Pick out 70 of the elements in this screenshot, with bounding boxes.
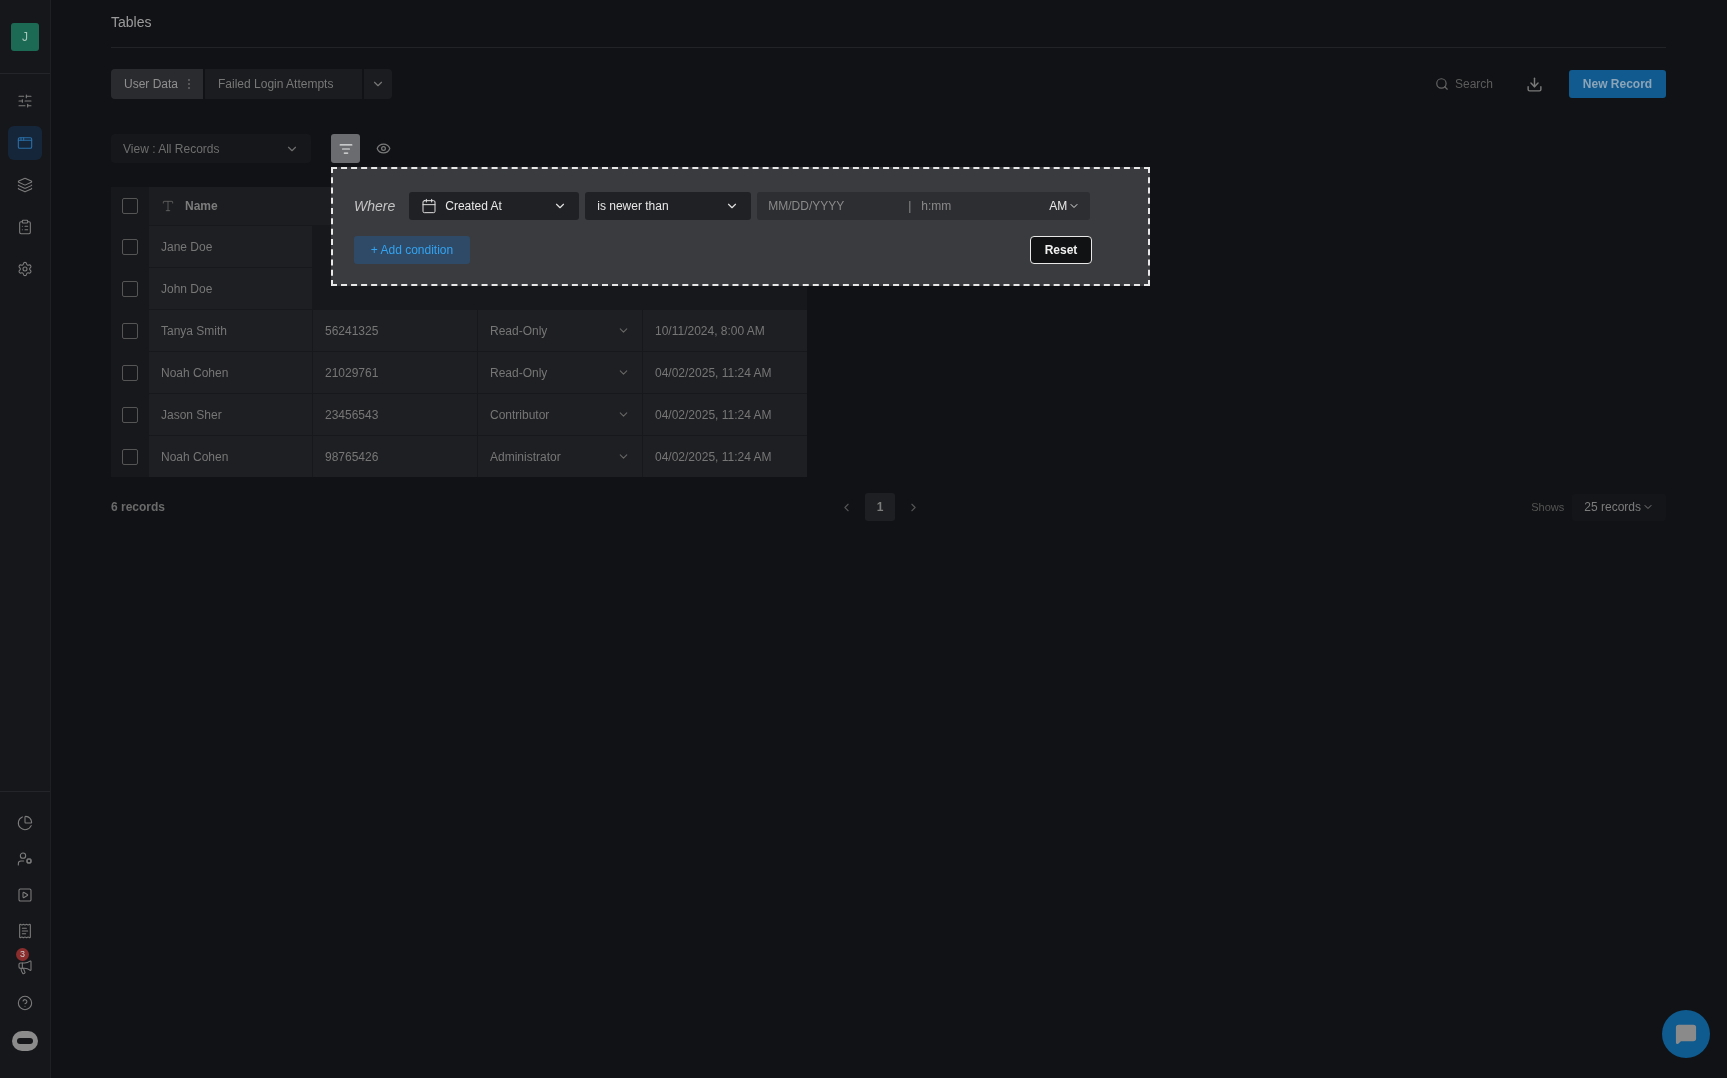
table-cell: Noah Cohen	[149, 352, 312, 393]
new-record-button[interactable]: New Record	[1569, 70, 1666, 98]
row-checkbox[interactable]	[121, 364, 138, 381]
field-select[interactable]: Created At	[409, 192, 580, 220]
pie-icon	[17, 815, 33, 831]
table-cell: 23456543	[313, 394, 477, 435]
sliders-icon	[17, 93, 33, 109]
table-cell: Noah Cohen	[149, 436, 312, 477]
row-checkbox[interactable]	[121, 448, 138, 465]
calendar-icon	[421, 198, 438, 214]
nav-item[interactable]	[8, 126, 42, 160]
play-icon	[17, 887, 33, 903]
receipt-icon	[17, 923, 33, 939]
megaphone-icon	[17, 959, 33, 975]
user-avatar[interactable]: J	[11, 22, 39, 51]
table-cell: 98765426	[313, 436, 477, 477]
table-cell: John Doe	[149, 268, 312, 309]
filter-icon	[338, 141, 353, 156]
select-all-checkbox[interactable]	[121, 198, 138, 214]
download-icon	[1526, 75, 1543, 93]
row-checkbox[interactable]	[121, 406, 138, 423]
table-cell: 04/02/2025, 11:24 AM	[643, 352, 807, 393]
reset-button[interactable]: Reset	[1030, 236, 1092, 264]
view-select[interactable]: View : All Records	[111, 134, 311, 163]
where-label: Where	[354, 196, 396, 216]
page-title: Tables	[111, 13, 153, 32]
table-cell: Jason Sher	[149, 394, 312, 435]
row-checkbox[interactable]	[121, 238, 138, 255]
window-icon	[17, 135, 33, 151]
eye-icon	[375, 141, 391, 156]
bot-icon	[11, 1030, 39, 1052]
notification-badge: 3	[16, 948, 29, 961]
clipboard-icon	[17, 219, 33, 235]
table-cell: 21029761	[313, 352, 477, 393]
table-cell: 04/02/2025, 11:24 AM	[643, 394, 807, 435]
user-gear-icon	[17, 851, 33, 867]
role-select[interactable]: Read-Only	[478, 352, 642, 393]
column-label: Name	[185, 198, 218, 215]
operator-select[interactable]: is newer than	[585, 192, 752, 220]
row-checkbox[interactable]	[121, 280, 138, 297]
text-type-icon	[161, 199, 175, 213]
table-cell: 10/11/2024, 8:00 AM	[643, 310, 807, 351]
table-tab[interactable]: User Data	[111, 69, 204, 99]
search-icon	[1435, 77, 1449, 91]
role-select[interactable]: Read-Only	[478, 310, 642, 351]
download-button[interactable]	[1526, 75, 1543, 93]
date-field[interactable]: MM/DD/YYYY	[757, 192, 909, 220]
table-cell: Jane Doe	[149, 226, 312, 267]
add-condition-button[interactable]: + Add condition	[354, 236, 470, 264]
search-field[interactable]: Search	[1455, 75, 1499, 93]
gear-icon	[17, 261, 33, 277]
role-select[interactable]: Administrator	[478, 436, 642, 477]
meridiem-select[interactable]: AM	[1023, 192, 1091, 220]
help-icon	[17, 995, 33, 1011]
table-cell: Tanya Smith	[149, 310, 312, 351]
chat-button[interactable]	[1662, 1010, 1710, 1058]
table-tab[interactable]: Failed Login Attempts	[205, 69, 363, 99]
time-field[interactable]: h:mm	[911, 192, 1024, 220]
filter-button[interactable]	[331, 134, 360, 163]
nav-item[interactable]: 3	[8, 950, 42, 984]
table-cell: 56241325	[313, 310, 477, 351]
table-cell: 04/02/2025, 11:24 AM	[643, 436, 807, 477]
page-button[interactable]: 1	[865, 493, 895, 521]
role-select[interactable]: Contributor	[478, 394, 642, 435]
layers-icon	[17, 177, 33, 193]
shows-label: Shows	[1531, 499, 1565, 515]
row-checkbox[interactable]	[121, 322, 138, 339]
separator: |	[908, 192, 912, 220]
chat-icon	[1675, 1023, 1697, 1045]
record-count: 6 records	[111, 499, 167, 516]
